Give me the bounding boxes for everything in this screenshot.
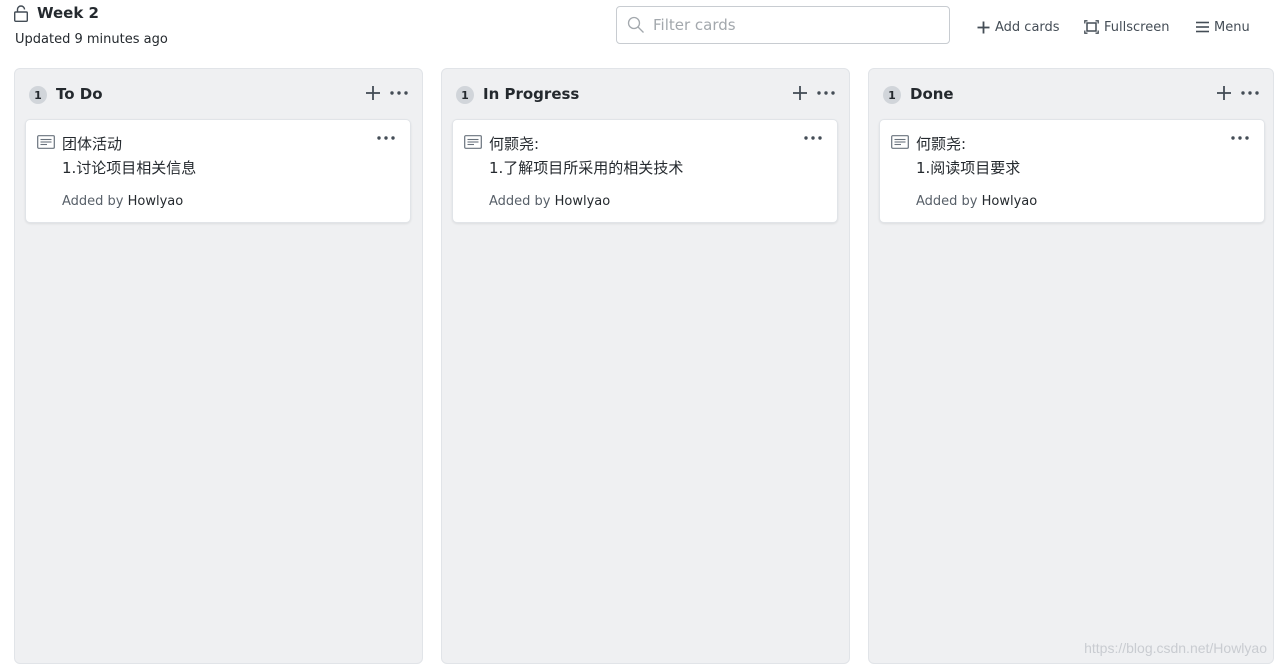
note-card[interactable]: 何颢尧: 1.了解项目所采用的相关技术 Added by Howlyao <box>452 119 838 223</box>
search-icon <box>627 16 644 33</box>
card-author-link[interactable]: Howlyao <box>982 194 1038 209</box>
fullscreen-button[interactable]: Fullscreen <box>1084 17 1169 37</box>
card-count-badge: 1 <box>456 86 474 104</box>
add-card-plus-icon[interactable] <box>364 84 382 102</box>
fullscreen-icon <box>1084 20 1099 34</box>
board-header: Week 2 Updated 9 minutes ago Add cards F… <box>0 0 1275 68</box>
added-by-prefix: Added by <box>489 194 551 209</box>
column-title: Done <box>910 85 954 103</box>
column-header: 1 Done <box>869 69 1273 119</box>
note-icon <box>891 135 909 149</box>
card-count-badge: 1 <box>29 86 47 104</box>
column-done: 1 Done 何颢尧: 1.阅读项目要求 Added by Howlyao <box>868 68 1274 664</box>
column-more-icon[interactable] <box>1240 84 1260 102</box>
column-more-icon[interactable] <box>389 84 409 102</box>
updated-timestamp: Updated 9 minutes ago <box>15 32 168 47</box>
card-author-link[interactable]: Howlyao <box>128 194 184 209</box>
add-card-plus-icon[interactable] <box>791 84 809 102</box>
card-note-text: 何颢尧: 1.阅读项目要求 <box>916 135 1021 177</box>
add-card-plus-icon[interactable] <box>1215 84 1233 102</box>
note-card[interactable]: 何颢尧: 1.阅读项目要求 Added by Howlyao <box>879 119 1265 223</box>
add-cards-button[interactable]: Add cards <box>977 17 1060 37</box>
card-added-by: Added by Howlyao <box>62 194 183 209</box>
added-by-prefix: Added by <box>62 194 124 209</box>
card-more-icon[interactable] <box>376 130 396 146</box>
card-added-by: Added by Howlyao <box>489 194 610 209</box>
column-title: To Do <box>56 85 103 103</box>
card-added-by: Added by Howlyao <box>916 194 1037 209</box>
column-in-progress: 1 In Progress 何颢尧: 1.了解项目所采用的相关技术 Added … <box>441 68 850 664</box>
menu-icon <box>1196 21 1209 33</box>
card-author-link[interactable]: Howlyao <box>555 194 611 209</box>
note-icon <box>37 135 55 149</box>
board-title: Week 2 <box>37 4 99 22</box>
note-icon <box>464 135 482 149</box>
note-card[interactable]: 团体活动 1.讨论项目相关信息 Added by Howlyao <box>25 119 411 223</box>
watermark: https://blog.csdn.net/Howlyao <box>1084 640 1267 656</box>
filter-cards-box[interactable] <box>616 6 950 44</box>
column-more-icon[interactable] <box>816 84 836 102</box>
card-count-badge: 1 <box>883 86 901 104</box>
add-cards-label: Add cards <box>995 19 1060 35</box>
column-header: 1 To Do <box>15 69 422 119</box>
lock-icon <box>14 5 28 22</box>
added-by-prefix: Added by <box>916 194 978 209</box>
card-note-text: 团体活动 1.讨论项目相关信息 <box>62 135 197 177</box>
fullscreen-label: Fullscreen <box>1104 19 1170 35</box>
column-header: 1 In Progress <box>442 69 849 119</box>
card-more-icon[interactable] <box>1230 130 1250 146</box>
column-to-do: 1 To Do 团体活动 1.讨论项目相关信息 Added by Howlyao <box>14 68 423 664</box>
menu-button[interactable]: Menu <box>1196 17 1250 37</box>
card-more-icon[interactable] <box>803 130 823 146</box>
column-title: In Progress <box>483 85 580 103</box>
plus-icon <box>977 21 990 33</box>
menu-label: Menu <box>1214 19 1250 35</box>
card-note-text: 何颢尧: 1.了解项目所采用的相关技术 <box>489 135 684 177</box>
filter-cards-input[interactable] <box>653 16 933 34</box>
